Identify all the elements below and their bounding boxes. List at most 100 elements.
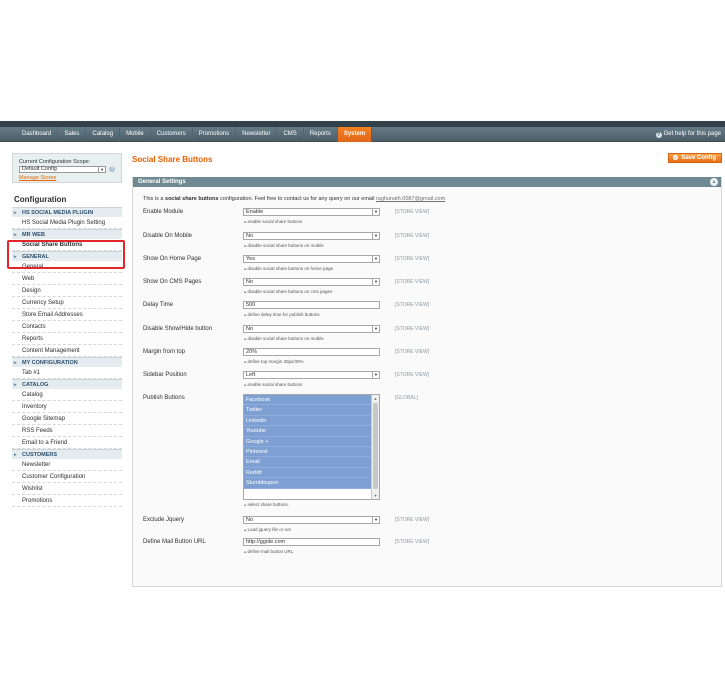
option-pinterest[interactable]: Pinterest [244,446,371,458]
select-exclude-jquery[interactable]: No ▼ [243,516,380,524]
chevron-down-icon: ▼ [372,256,379,262]
save-config-button[interactable]: ✓ Save Config [668,153,722,163]
field-note: define delay time for publish buttons [244,312,320,318]
nav-item-dashboard[interactable]: Dashboard [16,127,59,142]
field-note: select share buttons. [244,502,290,508]
publish-buttons-multiselect[interactable]: Facebook Twitter Linkedin Youtube Google + Pi… [243,394,380,500]
nav-item-cms[interactable]: CMS [277,127,304,142]
option-email[interactable]: Email [244,457,371,468]
field-label: Delay Time [143,302,174,308]
option-linkedin[interactable]: Linkedin [244,415,371,427]
manage-stores-link[interactable]: Manage Stores [19,175,115,181]
panel-header[interactable]: General Settings ▲ [133,177,721,187]
sidebar-item-design[interactable]: Design [12,285,122,297]
nav-menu: Dashboard Sales Catalog Mobile Customers Prom… [16,127,373,142]
input-define-mail-button-url[interactable]: http://ggole.com [243,538,380,546]
sidebar-item-email-to-a-friend[interactable]: Email to a Friend [12,437,122,449]
sidebar-item-customer-configuration[interactable]: Customer Configuration [12,471,122,483]
field-note: disable social share buttons on cms page… [244,289,333,295]
sidebar-item-catalog[interactable]: Catalog [12,389,122,401]
nav-item-customers[interactable]: Customers [151,127,193,142]
field-note: define top margin 30px/30% [244,359,304,365]
option-facebook[interactable]: Facebook [244,395,371,406]
sidebar-section-my-configuration[interactable]: MY CONFIGURATION [12,357,122,368]
field-label: Margin from top [143,349,186,355]
config-sidebar: Current Configuration Scope: Default Con… [12,153,122,507]
collapse-icon[interactable]: ▲ [710,178,718,186]
scope-badge: [STORE VIEW] [395,256,430,262]
general-settings-panel: General Settings ▲ This is a social shar… [132,177,722,587]
field-note: Load jquery file or not [244,527,291,533]
scope-help-icon[interactable]: ? [109,166,115,172]
select-disable-on-mobile[interactable]: No ▼ [243,232,380,240]
select-show-on-cms-pages[interactable]: No ▼ [243,278,380,286]
sidebar-section-customers[interactable]: CUSTOMERS [12,449,122,460]
sidebar-item-contacts[interactable]: Contacts [12,321,122,333]
scope-badge: [STORE VIEW] [395,209,430,215]
field-value: Enable [246,209,264,215]
field-value: http://ggole.com [246,539,286,545]
input-margin-from-top[interactable]: 20% [243,348,380,356]
field-note: enable social share buttons [244,219,303,225]
sidebar-item-wishlist[interactable]: Wishlist [12,483,122,495]
help-link[interactable]: ? Get help for this page [655,127,721,142]
sidebar-item-hs-social-media-plugin-setting[interactable]: HS Social Media Plugin Setting [12,217,122,229]
chevron-down-icon: ▼ [372,233,379,239]
scope-label: Current Configuration Scope: [19,159,91,165]
nav-item-catalog[interactable]: Catalog [86,127,121,142]
chevron-down-icon: ▼ [98,167,105,172]
sidebar-item-google-sitemap[interactable]: Google Sitemap [12,413,122,425]
option-youtube[interactable]: Youtube [244,426,371,437]
nav-item-newsletter[interactable]: Newsletter [236,127,278,142]
scroll-thumb[interactable] [373,403,378,489]
option-reddit[interactable]: Reddit [244,467,371,479]
help-icon: ? [655,132,662,138]
option-google[interactable]: Google + [244,436,371,447]
select-disable-show-hide-button[interactable]: No ▼ [243,325,380,333]
sidebar-item-newsletter[interactable]: Newsletter [12,459,122,471]
chevron-down-icon: ▼ [372,279,379,285]
option-twitter[interactable]: Twitter [244,405,371,416]
scroll-up-icon[interactable]: ▲ [372,395,379,402]
input-delay-time[interactable]: 500 [243,301,380,309]
nav-item-reports[interactable]: Reports [304,127,338,142]
sidebar-section-hs-social-media-plugin[interactable]: HS SOCIAL MEDIA PLUGIN [12,207,122,218]
sidebar-item-promotions[interactable]: Promotions [12,495,122,507]
field-value: No [246,326,254,332]
scope-badge: [STORE VIEW] [395,302,430,308]
sidebar-item-inventory[interactable]: Inventory [12,401,122,413]
scroll-down-icon[interactable]: ▼ [372,492,379,499]
select-show-on-home-page[interactable]: Yes ▼ [243,255,380,263]
sidebar-item-reports[interactable]: Reports [12,333,122,345]
scope-select[interactable]: Default Config ▼ [19,166,107,173]
field-label: Disable On Mobile [143,233,193,239]
sidebar-item-tab-1[interactable]: Tab #1 [12,367,122,379]
scope-badge: [STORE VIEW] [395,372,430,378]
sidebar-item-rss-feeds[interactable]: RSS Feeds [12,425,122,437]
sidebar-item-currency-setup[interactable]: Currency Setup [12,297,122,309]
select-enable-module[interactable]: Enable ▼ [243,208,380,216]
field-label: Show On CMS Pages [143,279,202,285]
field-value: Left [246,372,256,378]
sidebar-item-store-email-addresses[interactable]: Store Email Addresses [12,309,122,321]
field-value: 500 [246,302,256,308]
nav-item-mobile[interactable]: Mobile [120,127,151,142]
field-value: 20% [246,349,258,355]
scrollbar[interactable]: ▲ ▼ [371,395,379,499]
select-sidebar-position[interactable]: Left ▼ [243,371,380,379]
scope-badge: [GLOBAL] [395,395,418,401]
field-note: enable social share buttons [244,382,303,388]
contact-email-link[interactable]: raghunath.0087@gmail.com [376,196,445,202]
sidebar-item-content-management[interactable]: Content Management [12,345,122,357]
nav-item-system[interactable]: System [337,127,373,142]
nav-item-sales[interactable]: Sales [58,127,87,142]
save-icon: ✓ [673,155,679,160]
scope-badge: [STORE VIEW] [395,539,430,545]
nav-item-promotions[interactable]: Promotions [193,127,237,142]
sidebar-item-web[interactable]: Web [12,273,122,285]
sidebar-section-mr-web[interactable]: MR WEB [12,229,122,240]
field-label: Show On Home Page [143,256,202,262]
chevron-down-icon: ▼ [372,326,379,332]
sidebar-section-catalog[interactable]: CATALOG [12,379,122,390]
option-stumbleupon[interactable]: Stumbleupon [244,478,371,489]
